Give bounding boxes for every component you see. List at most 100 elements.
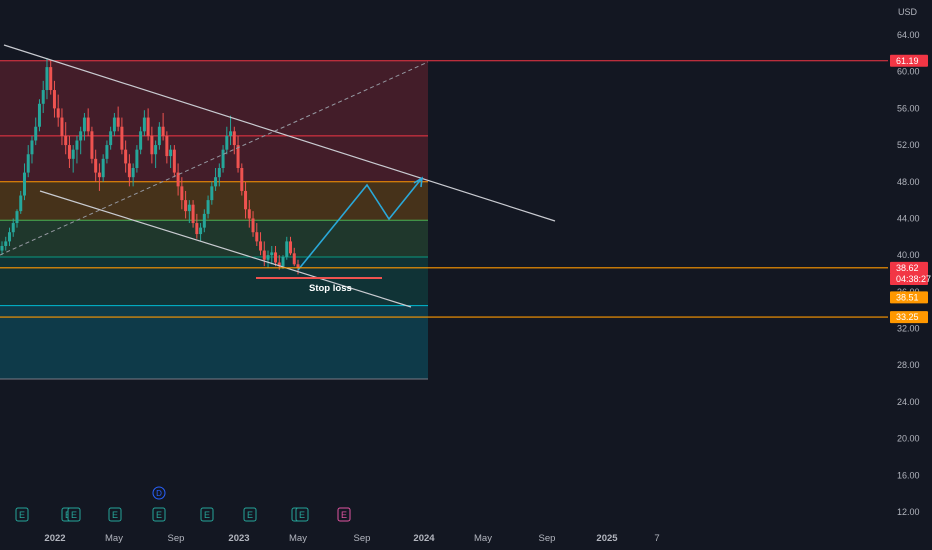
candle-body: [255, 232, 259, 242]
candle-body: [281, 256, 285, 267]
candle-body: [225, 135, 229, 150]
x-tick-label: Sep: [168, 533, 185, 544]
earnings-marker-label: E: [341, 510, 347, 520]
candle-body: [135, 149, 139, 169]
candle-body: [259, 241, 263, 251]
earnings-marker-label: E: [204, 510, 210, 520]
candle-body: [169, 149, 173, 157]
candle-body: [109, 131, 113, 146]
earnings-marker-label: E: [112, 510, 118, 520]
candle-body: [146, 117, 150, 136]
candle-body: [266, 255, 270, 260]
candle-body: [232, 131, 236, 146]
price-tag-label: 04:38:27: [896, 274, 931, 284]
price-tag-label: 61.19: [896, 56, 919, 66]
dividend-marker-label: D: [156, 489, 162, 498]
earnings-marker-label: E: [156, 510, 162, 520]
candle-body: [4, 241, 8, 246]
price-tag-label: 38.51: [896, 292, 919, 302]
x-tick-label: May: [289, 533, 307, 544]
candle-body: [270, 252, 274, 256]
candle-body: [105, 145, 109, 159]
candle-body: [116, 117, 120, 127]
x-tick-label: 7: [654, 533, 659, 544]
y-tick-label: 16.00: [897, 470, 920, 480]
candle-body: [240, 168, 244, 191]
y-tick-label: 28.00: [897, 360, 920, 370]
x-tick-label: 2024: [413, 533, 435, 544]
currency-label: USD: [898, 7, 918, 17]
candle-body: [15, 211, 19, 224]
y-tick-label: 44.00: [897, 213, 920, 223]
candle-body: [82, 117, 86, 132]
candle-body: [22, 172, 26, 196]
candle-body: [124, 149, 128, 164]
candle-body: [172, 149, 176, 173]
candle-body: [60, 117, 64, 136]
candle-body: [217, 168, 221, 178]
candle-body: [45, 67, 49, 91]
candle-body: [247, 209, 251, 219]
candle-body: [97, 172, 101, 178]
candle-body: [285, 241, 289, 257]
earnings-marker-label: E: [247, 510, 253, 520]
price-tag-label: 38.62: [896, 263, 919, 273]
candle-body: [11, 223, 15, 233]
candle-body: [206, 200, 210, 214]
candle-body: [165, 135, 169, 157]
candle-body: [157, 126, 161, 146]
candle-body: [289, 241, 293, 254]
y-tick-label: 20.00: [897, 434, 920, 444]
candle-body: [37, 103, 41, 127]
candle-body: [41, 90, 45, 104]
candle-body: [199, 227, 203, 235]
candle-body: [251, 218, 255, 233]
y-tick-label: 48.00: [897, 177, 920, 187]
candle-body: [191, 204, 195, 224]
y-tick-label: 12.00: [897, 507, 920, 517]
candle-body: [0, 245, 4, 251]
candle-body: [19, 195, 23, 212]
candle-body: [150, 135, 154, 155]
fib-zone: [0, 60, 428, 136]
candle-body: [154, 145, 158, 155]
fib-zone: [0, 256, 428, 306]
candle-body: [139, 131, 143, 150]
x-tick-label: 2025: [596, 533, 618, 544]
candle-body: [30, 140, 34, 155]
candle-body: [112, 117, 116, 132]
candle-body: [262, 250, 266, 260]
candle-body: [184, 200, 188, 212]
candle-body: [67, 145, 71, 159]
y-tick-label: 60.00: [897, 67, 920, 77]
y-tick-label: 64.00: [897, 30, 920, 40]
candle-body: [71, 149, 75, 159]
candle-body: [7, 232, 11, 242]
stop-loss-label: Stop loss: [309, 283, 352, 294]
earnings-marker-label: E: [71, 510, 77, 520]
candle-body: [64, 135, 68, 146]
price-tag-label: 33.25: [896, 312, 919, 322]
candle-body: [120, 126, 124, 150]
candle-body: [180, 186, 184, 201]
candle-body: [244, 190, 248, 210]
x-tick-label: 2023: [228, 533, 249, 544]
candle-body: [202, 213, 206, 228]
candle-body: [210, 186, 214, 201]
candle-body: [79, 131, 83, 141]
trading-chart[interactable]: Stop loss USD 64.00 60.00 56.00 52.00 48.00 4…: [0, 0, 932, 550]
candle-body: [131, 168, 135, 178]
candle-body: [195, 223, 199, 235]
candle-body: [142, 117, 146, 132]
candle-body: [56, 108, 60, 118]
candle-body: [34, 126, 38, 141]
y-tick-label: 52.00: [897, 140, 920, 150]
earnings-marker-label: E: [19, 510, 25, 520]
y-tick-label: 24.00: [897, 397, 920, 407]
x-tick-label: May: [474, 533, 492, 544]
y-tick-label: 56.00: [897, 103, 920, 113]
candle-body: [49, 67, 53, 91]
candle-body: [127, 163, 131, 178]
x-tick-label: Sep: [354, 533, 371, 544]
x-tick-label: May: [105, 533, 123, 544]
